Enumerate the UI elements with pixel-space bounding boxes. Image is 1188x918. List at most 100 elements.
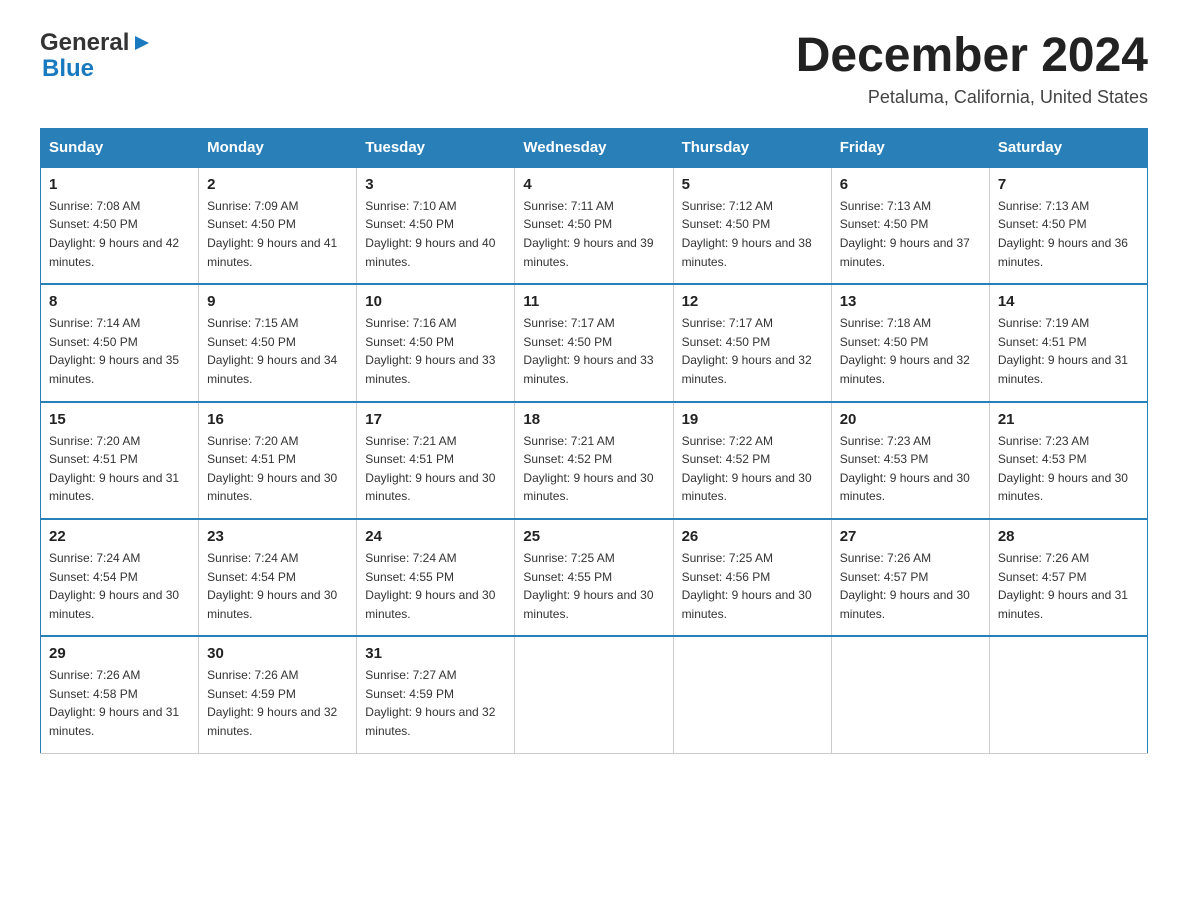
day-info: Sunrise: 7:13 AMSunset: 4:50 PMDaylight:… — [998, 197, 1139, 271]
logo-text: General Blue — [40, 30, 153, 83]
day-info: Sunrise: 7:19 AMSunset: 4:51 PMDaylight:… — [998, 314, 1139, 388]
day-cell-19: 19 Sunrise: 7:22 AMSunset: 4:52 PMDaylig… — [673, 402, 831, 519]
page-header: General Blue December 2024 Petaluma, Cal… — [40, 30, 1148, 108]
day-info: Sunrise: 7:20 AMSunset: 4:51 PMDaylight:… — [207, 432, 348, 506]
day-cell-28: 28 Sunrise: 7:26 AMSunset: 4:57 PMDaylig… — [989, 519, 1147, 636]
day-number: 23 — [207, 528, 348, 545]
day-number: 8 — [49, 293, 190, 310]
day-number: 1 — [49, 176, 190, 193]
calendar-table: SundayMondayTuesdayWednesdayThursdayFrid… — [40, 128, 1148, 754]
day-cell-27: 27 Sunrise: 7:26 AMSunset: 4:57 PMDaylig… — [831, 519, 989, 636]
day-cell-5: 5 Sunrise: 7:12 AMSunset: 4:50 PMDayligh… — [673, 167, 831, 284]
day-cell-8: 8 Sunrise: 7:14 AMSunset: 4:50 PMDayligh… — [41, 284, 199, 401]
day-cell-26: 26 Sunrise: 7:25 AMSunset: 4:56 PMDaylig… — [673, 519, 831, 636]
day-info: Sunrise: 7:08 AMSunset: 4:50 PMDaylight:… — [49, 197, 190, 271]
logo-arrow-icon — [131, 32, 153, 54]
day-number: 5 — [682, 176, 823, 193]
day-info: Sunrise: 7:26 AMSunset: 4:58 PMDaylight:… — [49, 666, 190, 740]
day-cell-22: 22 Sunrise: 7:24 AMSunset: 4:54 PMDaylig… — [41, 519, 199, 636]
day-info: Sunrise: 7:14 AMSunset: 4:50 PMDaylight:… — [49, 314, 190, 388]
day-info: Sunrise: 7:17 AMSunset: 4:50 PMDaylight:… — [523, 314, 664, 388]
day-cell-15: 15 Sunrise: 7:20 AMSunset: 4:51 PMDaylig… — [41, 402, 199, 519]
day-info: Sunrise: 7:26 AMSunset: 4:57 PMDaylight:… — [998, 549, 1139, 623]
day-cell-13: 13 Sunrise: 7:18 AMSunset: 4:50 PMDaylig… — [831, 284, 989, 401]
day-cell-9: 9 Sunrise: 7:15 AMSunset: 4:50 PMDayligh… — [199, 284, 357, 401]
week-row-4: 22 Sunrise: 7:24 AMSunset: 4:54 PMDaylig… — [41, 519, 1148, 636]
day-info: Sunrise: 7:25 AMSunset: 4:55 PMDaylight:… — [523, 549, 664, 623]
day-info: Sunrise: 7:15 AMSunset: 4:50 PMDaylight:… — [207, 314, 348, 388]
day-cell-6: 6 Sunrise: 7:13 AMSunset: 4:50 PMDayligh… — [831, 167, 989, 284]
day-info: Sunrise: 7:17 AMSunset: 4:50 PMDaylight:… — [682, 314, 823, 388]
day-cell-25: 25 Sunrise: 7:25 AMSunset: 4:55 PMDaylig… — [515, 519, 673, 636]
day-info: Sunrise: 7:11 AMSunset: 4:50 PMDaylight:… — [523, 197, 664, 271]
empty-cell — [831, 636, 989, 753]
day-info: Sunrise: 7:26 AMSunset: 4:57 PMDaylight:… — [840, 549, 981, 623]
day-cell-4: 4 Sunrise: 7:11 AMSunset: 4:50 PMDayligh… — [515, 167, 673, 284]
day-cell-7: 7 Sunrise: 7:13 AMSunset: 4:50 PMDayligh… — [989, 167, 1147, 284]
day-number: 13 — [840, 293, 981, 310]
day-number: 30 — [207, 645, 348, 662]
day-cell-24: 24 Sunrise: 7:24 AMSunset: 4:55 PMDaylig… — [357, 519, 515, 636]
day-cell-14: 14 Sunrise: 7:19 AMSunset: 4:51 PMDaylig… — [989, 284, 1147, 401]
day-number: 9 — [207, 293, 348, 310]
day-number: 19 — [682, 411, 823, 428]
empty-cell — [989, 636, 1147, 753]
empty-cell — [673, 636, 831, 753]
day-info: Sunrise: 7:21 AMSunset: 4:51 PMDaylight:… — [365, 432, 506, 506]
day-info: Sunrise: 7:25 AMSunset: 4:56 PMDaylight:… — [682, 549, 823, 623]
day-number: 16 — [207, 411, 348, 428]
day-info: Sunrise: 7:26 AMSunset: 4:59 PMDaylight:… — [207, 666, 348, 740]
logo-blue: Blue — [42, 55, 94, 82]
day-info: Sunrise: 7:18 AMSunset: 4:50 PMDaylight:… — [840, 314, 981, 388]
day-number: 28 — [998, 528, 1139, 545]
day-info: Sunrise: 7:24 AMSunset: 4:54 PMDaylight:… — [49, 549, 190, 623]
day-cell-12: 12 Sunrise: 7:17 AMSunset: 4:50 PMDaylig… — [673, 284, 831, 401]
col-header-monday: Monday — [199, 128, 357, 167]
day-info: Sunrise: 7:27 AMSunset: 4:59 PMDaylight:… — [365, 666, 506, 740]
day-number: 11 — [523, 293, 664, 310]
day-info: Sunrise: 7:12 AMSunset: 4:50 PMDaylight:… — [682, 197, 823, 271]
day-cell-11: 11 Sunrise: 7:17 AMSunset: 4:50 PMDaylig… — [515, 284, 673, 401]
day-number: 3 — [365, 176, 506, 193]
col-header-friday: Friday — [831, 128, 989, 167]
col-header-wednesday: Wednesday — [515, 128, 673, 167]
day-number: 18 — [523, 411, 664, 428]
day-cell-23: 23 Sunrise: 7:24 AMSunset: 4:54 PMDaylig… — [199, 519, 357, 636]
logo: General Blue — [40, 30, 153, 83]
day-info: Sunrise: 7:20 AMSunset: 4:51 PMDaylight:… — [49, 432, 190, 506]
location-subtitle: Petaluma, California, United States — [796, 87, 1148, 108]
day-number: 20 — [840, 411, 981, 428]
logo-general: General — [40, 30, 129, 56]
week-row-3: 15 Sunrise: 7:20 AMSunset: 4:51 PMDaylig… — [41, 402, 1148, 519]
day-info: Sunrise: 7:16 AMSunset: 4:50 PMDaylight:… — [365, 314, 506, 388]
day-number: 27 — [840, 528, 981, 545]
empty-cell — [515, 636, 673, 753]
day-cell-20: 20 Sunrise: 7:23 AMSunset: 4:53 PMDaylig… — [831, 402, 989, 519]
day-number: 29 — [49, 645, 190, 662]
day-number: 14 — [998, 293, 1139, 310]
week-row-5: 29 Sunrise: 7:26 AMSunset: 4:58 PMDaylig… — [41, 636, 1148, 753]
day-info: Sunrise: 7:24 AMSunset: 4:55 PMDaylight:… — [365, 549, 506, 623]
col-header-saturday: Saturday — [989, 128, 1147, 167]
day-info: Sunrise: 7:22 AMSunset: 4:52 PMDaylight:… — [682, 432, 823, 506]
day-cell-16: 16 Sunrise: 7:20 AMSunset: 4:51 PMDaylig… — [199, 402, 357, 519]
day-info: Sunrise: 7:24 AMSunset: 4:54 PMDaylight:… — [207, 549, 348, 623]
day-number: 6 — [840, 176, 981, 193]
day-cell-10: 10 Sunrise: 7:16 AMSunset: 4:50 PMDaylig… — [357, 284, 515, 401]
day-number: 4 — [523, 176, 664, 193]
day-info: Sunrise: 7:10 AMSunset: 4:50 PMDaylight:… — [365, 197, 506, 271]
week-row-2: 8 Sunrise: 7:14 AMSunset: 4:50 PMDayligh… — [41, 284, 1148, 401]
day-cell-2: 2 Sunrise: 7:09 AMSunset: 4:50 PMDayligh… — [199, 167, 357, 284]
col-header-tuesday: Tuesday — [357, 128, 515, 167]
day-number: 12 — [682, 293, 823, 310]
day-number: 17 — [365, 411, 506, 428]
col-header-sunday: Sunday — [41, 128, 199, 167]
day-number: 15 — [49, 411, 190, 428]
day-info: Sunrise: 7:23 AMSunset: 4:53 PMDaylight:… — [998, 432, 1139, 506]
day-cell-3: 3 Sunrise: 7:10 AMSunset: 4:50 PMDayligh… — [357, 167, 515, 284]
col-header-thursday: Thursday — [673, 128, 831, 167]
day-cell-29: 29 Sunrise: 7:26 AMSunset: 4:58 PMDaylig… — [41, 636, 199, 753]
day-cell-30: 30 Sunrise: 7:26 AMSunset: 4:59 PMDaylig… — [199, 636, 357, 753]
day-info: Sunrise: 7:13 AMSunset: 4:50 PMDaylight:… — [840, 197, 981, 271]
day-number: 22 — [49, 528, 190, 545]
